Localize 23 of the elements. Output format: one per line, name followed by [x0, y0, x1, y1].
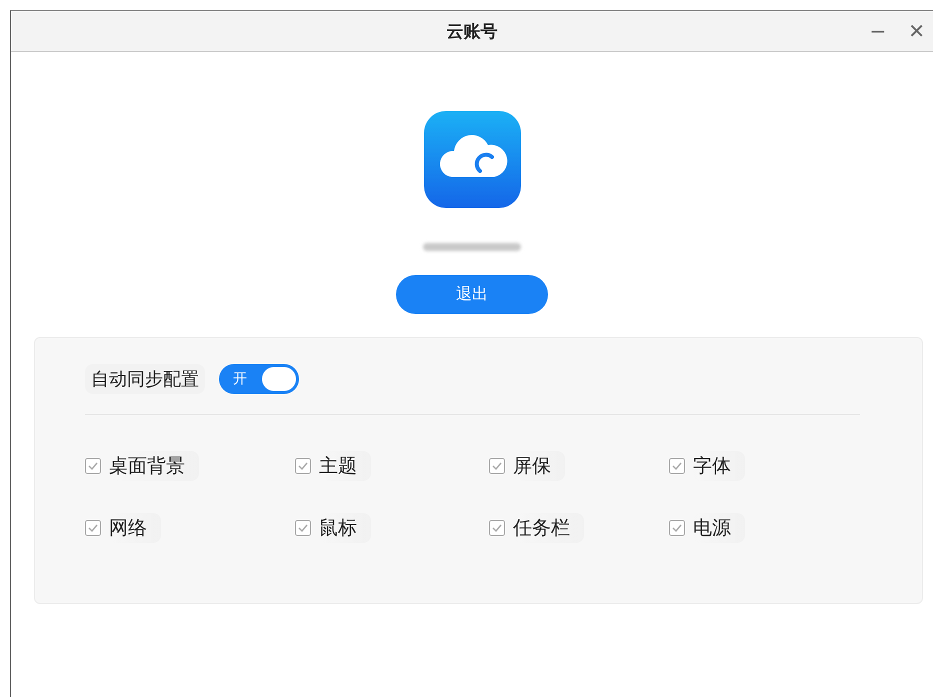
minimize-button[interactable]: −	[865, 19, 890, 43]
checkbox-label: 网络	[109, 513, 161, 543]
cloud-app-icon	[424, 111, 520, 208]
checkbox-label: 主题	[319, 451, 371, 481]
checkbox-label: 鼠标	[319, 513, 371, 543]
checkbox[interactable]	[295, 458, 311, 474]
sync-label: 自动同步配置	[85, 364, 205, 394]
checkbox[interactable]	[669, 458, 685, 474]
checkbox[interactable]	[295, 520, 311, 536]
checkbox[interactable]	[85, 520, 101, 536]
sync-toggle[interactable]: 开	[219, 364, 299, 394]
checkbox-label: 屏保	[513, 451, 565, 481]
checkbox-label: 字体	[693, 451, 745, 481]
checkbox[interactable]	[489, 458, 505, 474]
checkbox-label: 电源	[693, 513, 745, 543]
logout-button[interactable]: 退出	[396, 275, 548, 314]
checkbox-label: 桌面背景	[109, 451, 199, 481]
close-button[interactable]: ✕	[904, 19, 929, 43]
checkbox[interactable]	[669, 520, 685, 536]
window-title: 云账号	[446, 20, 498, 42]
checkbox[interactable]	[489, 520, 505, 536]
checkbox-label: 任务栏	[513, 513, 584, 543]
checkbox[interactable]	[85, 458, 101, 474]
